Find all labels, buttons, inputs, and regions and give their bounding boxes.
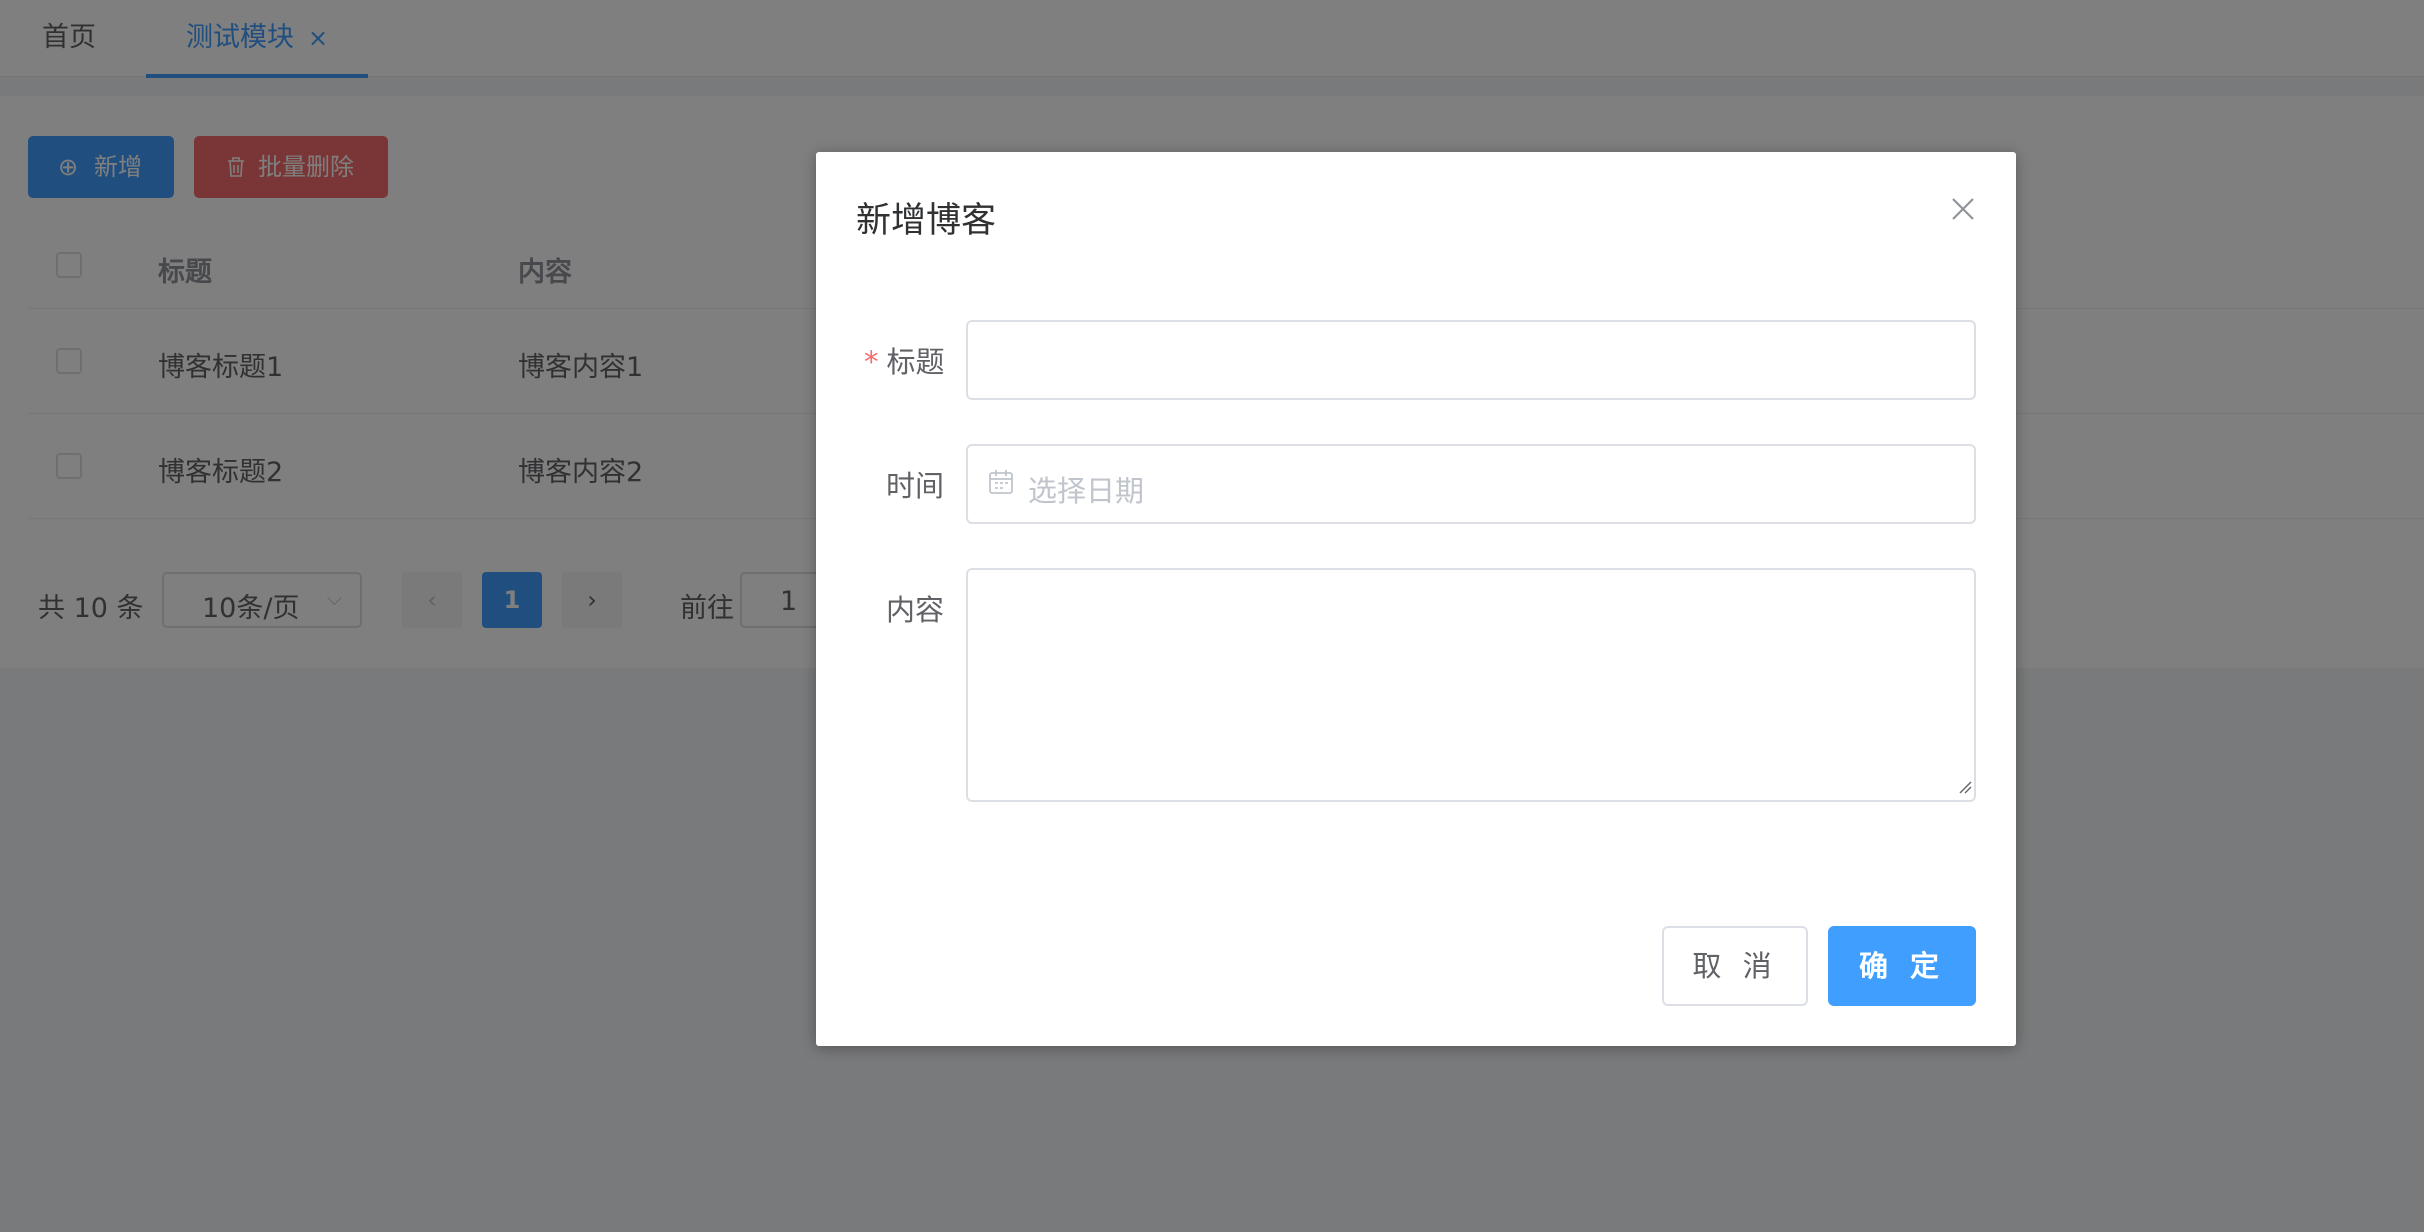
date-placeholder: 选择日期 bbox=[1028, 474, 1145, 508]
resize-handle-icon[interactable] bbox=[1958, 779, 1972, 798]
confirm-button[interactable]: 确 定 bbox=[1828, 926, 1976, 1006]
title-label: * 标题 bbox=[864, 339, 945, 381]
calendar-icon bbox=[988, 469, 1014, 499]
dialog-title: 新增博客 bbox=[856, 201, 997, 241]
required-mark: * bbox=[864, 345, 879, 379]
content-textarea[interactable] bbox=[966, 568, 1976, 802]
time-label: 时间 bbox=[886, 469, 945, 503]
title-label-text: 标题 bbox=[886, 345, 945, 379]
title-input[interactable] bbox=[966, 320, 1976, 400]
add-blog-dialog: 新增博客 * 标题 时间 选择日期 内容 取 消 确 定 bbox=[816, 152, 2016, 1046]
content-label: 内容 bbox=[886, 593, 945, 627]
date-picker-input[interactable]: 选择日期 bbox=[966, 444, 1976, 524]
cancel-button[interactable]: 取 消 bbox=[1662, 926, 1808, 1006]
close-icon[interactable] bbox=[1946, 192, 1980, 226]
